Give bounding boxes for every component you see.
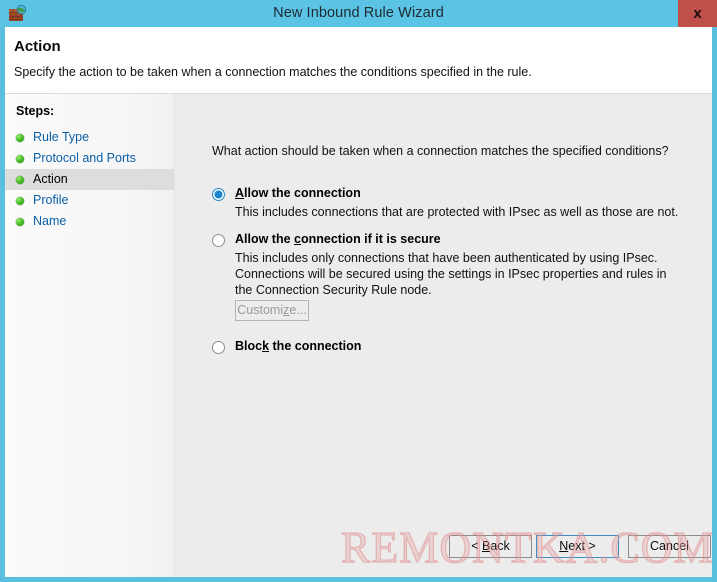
step-bullet-icon [16, 218, 24, 226]
option-label-rest: the connection [269, 339, 362, 353]
option-label-rest: llow the connection [244, 186, 361, 200]
sidebar-item-label: Rule Type [33, 130, 90, 144]
client-area: Action Specify the action to be taken wh… [5, 27, 712, 577]
radio-block-the-connection[interactable] [212, 341, 225, 354]
customize-button: Customize... [235, 300, 309, 321]
sidebar-item-action[interactable]: Action [5, 169, 174, 190]
step-bullet-icon [16, 134, 24, 142]
close-icon[interactable]: x [678, 0, 717, 27]
option-label-rest: onnection if it is secure [300, 232, 441, 246]
window-title: New Inbound Rule Wizard [273, 5, 444, 21]
question-text: What action should be taken when a conne… [212, 144, 669, 158]
title-bar: New Inbound Rule Wizard x [0, 0, 717, 27]
option-allow-label[interactable]: Allow the connection [235, 186, 361, 200]
accelerator-letter: N [559, 539, 569, 553]
cancel-button[interactable]: Cancel [628, 535, 711, 558]
option-block-label[interactable]: Block the connection [235, 339, 361, 353]
step-bullet-icon [16, 197, 24, 205]
step-bullet-icon [16, 176, 24, 184]
footer-buttons: < Back Next > Cancel [175, 94, 712, 577]
sidebar-item-profile[interactable]: Profile [5, 190, 174, 211]
page-title: Action [14, 38, 61, 55]
step-bullet-icon [16, 155, 24, 163]
back-label-pre: < [471, 539, 482, 553]
page-subtitle: Specify the action to be taken when a co… [14, 65, 532, 79]
accelerator-letter: k [262, 339, 270, 353]
customize-label-rest: e... [289, 303, 307, 317]
back-button[interactable]: < Back [449, 535, 532, 558]
page-header: Action Specify the action to be taken wh… [5, 27, 712, 94]
option-label-pre: Bloc [235, 339, 263, 353]
accelerator-letter: c [294, 232, 301, 246]
option-label-pre: Allow the [235, 232, 295, 246]
option-secure-description: This includes only connections that have… [235, 251, 667, 297]
next-button[interactable]: Next > [536, 535, 619, 558]
back-label-rest: ack [490, 539, 510, 553]
radio-allow-if-secure[interactable] [212, 234, 225, 247]
sidebar-item-name[interactable]: Name [5, 211, 174, 232]
steps-sidebar: Steps: Rule Type Protocol and Ports Acti… [5, 94, 175, 577]
next-label-rest: ext > [568, 539, 596, 553]
content-pane: What action should be taken when a conne… [175, 94, 712, 577]
steps-title: Steps: [16, 104, 55, 118]
option-allow-description: This includes connections that are prote… [235, 205, 679, 219]
customize-label-pre: Customi [237, 303, 284, 317]
wizard-window: New Inbound Rule Wizard x Action Specify… [0, 0, 717, 582]
steps-list: Rule Type Protocol and Ports Action Prof… [5, 127, 174, 232]
option-secure-label[interactable]: Allow the connection if it is secure [235, 232, 441, 246]
sidebar-item-protocol-and-ports[interactable]: Protocol and Ports [5, 148, 174, 169]
sidebar-item-label: Profile [33, 193, 69, 207]
sidebar-item-label: Action [33, 172, 68, 186]
sidebar-item-rule-type[interactable]: Rule Type [5, 127, 174, 148]
accelerator-letter: A [235, 186, 245, 200]
radio-allow-the-connection[interactable] [212, 188, 225, 201]
sidebar-item-label: Protocol and Ports [33, 151, 136, 165]
sidebar-item-label: Name [33, 214, 67, 228]
